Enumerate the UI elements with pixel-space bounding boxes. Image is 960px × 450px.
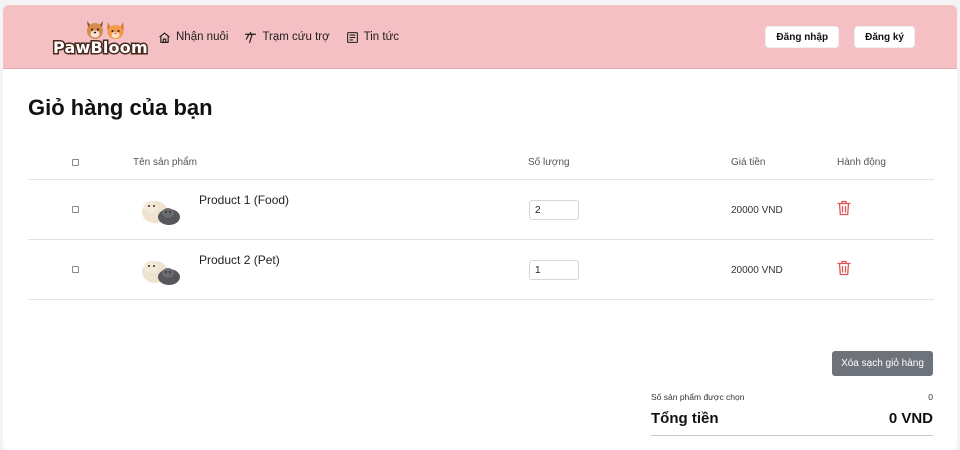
row-checkbox[interactable] (72, 266, 79, 273)
rescue-icon (245, 31, 257, 43)
top-navbar: PawBloom Nhận nuôi Trạm cứu trợ Tin tức (3, 5, 957, 69)
nav-item-news[interactable]: Tin tức (346, 31, 399, 44)
total-label: Tổng tiền (651, 410, 719, 427)
total-row: Tổng tiền 0 VND (651, 410, 933, 427)
page-title: Giỏ hàng của bạn (28, 95, 213, 120)
trash-icon[interactable] (837, 200, 851, 216)
brand-logo[interactable]: PawBloom (52, 17, 149, 59)
product-name[interactable]: Product 2 (Pet) (199, 253, 280, 267)
cart-row: Product 2 (Pet) 1 20000 VND (28, 240, 934, 300)
total-value: 0 VND (888, 410, 933, 427)
nav-item-label: Nhận nuôi (176, 31, 229, 43)
select-all-checkbox[interactable] (72, 159, 79, 166)
nav-item-adopt[interactable]: Nhận nuôi (158, 31, 228, 44)
nav-item-label: Tin tức (363, 31, 400, 43)
home-icon (159, 31, 170, 43)
header-price: Giá tiền (731, 157, 766, 168)
auth-buttons: Đăng nhập Đăng ký (765, 26, 915, 48)
news-icon (346, 31, 358, 43)
quantity-input[interactable]: 1 (529, 260, 579, 280)
cart-table-header: Tên sản phẩm Số lượng Giá tiền Hành động (28, 152, 934, 180)
selected-count-row: Số sản phẩm được chọn 0 (651, 392, 933, 402)
summary-divider (651, 435, 933, 436)
product-thumbnail (133, 192, 185, 230)
logo-text: PawBloom (52, 37, 150, 59)
header-action: Hành động (837, 157, 886, 168)
quantity-input[interactable]: 2 (529, 200, 579, 220)
cart-row: Product 1 (Food) 2 20000 VND (28, 180, 934, 240)
row-checkbox[interactable] (72, 206, 79, 213)
nav-item-rescue[interactable]: Trạm cứu trợ (244, 31, 330, 44)
login-button[interactable]: Đăng nhập (765, 26, 840, 48)
nav-item-label: Trạm cứu trợ (262, 31, 330, 43)
cart-summary: Số sản phẩm được chọn 0 Tổng tiền 0 VND (651, 392, 933, 436)
app-window: PawBloom Nhận nuôi Trạm cứu trợ Tin tức (3, 5, 957, 450)
header-product-name: Tên sản phẩm (133, 157, 197, 168)
trash-icon[interactable] (837, 260, 851, 276)
product-thumbnail (133, 252, 185, 290)
product-name[interactable]: Product 1 (Food) (199, 193, 289, 207)
cart-table: Tên sản phẩm Số lượng Giá tiền Hành động… (28, 152, 934, 300)
main-nav: Nhận nuôi Trạm cứu trợ Tin tức (158, 5, 399, 69)
selected-count-label: Số sản phẩm được chọn (651, 392, 745, 402)
product-price: 20000 VND (731, 265, 783, 276)
product-price: 20000 VND (731, 205, 783, 216)
header-quantity: Số lượng (528, 157, 570, 168)
selected-count-value: 0 (928, 392, 933, 402)
register-button[interactable]: Đăng ký (854, 26, 915, 48)
clear-cart-button[interactable]: Xóa sạch giỏ hàng (832, 351, 933, 376)
